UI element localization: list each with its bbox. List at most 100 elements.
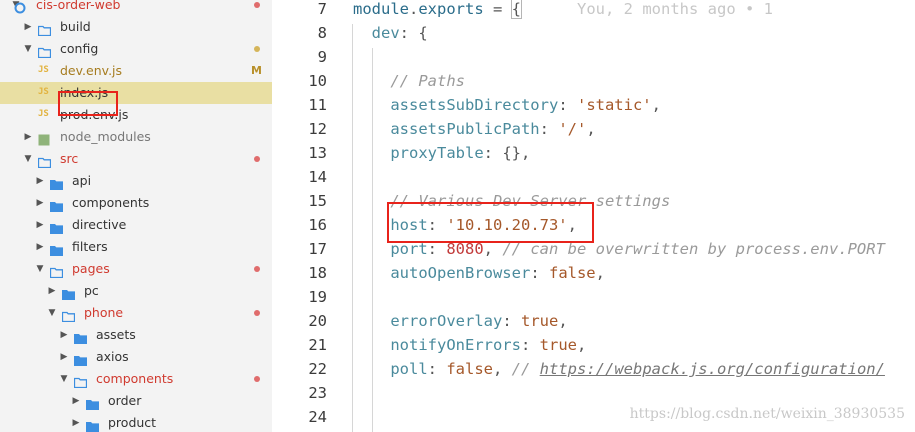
code-token: : (427, 360, 447, 378)
chevron-right-icon[interactable]: ▶ (22, 16, 34, 38)
code-line[interactable]: proxyTable: {}, (353, 141, 530, 165)
modified-dot-icon (254, 156, 260, 162)
code-token: : (502, 312, 521, 330)
code-token: , (558, 312, 568, 330)
code-editor[interactable]: 7 8 9 10 11 12 13 14 15 16 17 18 19 20 21 22 23 24 module… (272, 0, 915, 432)
modified-dot-icon (254, 376, 260, 382)
chevron-right-icon[interactable]: ▶ (70, 390, 82, 412)
code-token: true (539, 336, 577, 354)
tree-item-product[interactable]: ▶ product (0, 412, 272, 432)
tree-item-prod-env-js[interactable]: JS prod.env.js (0, 104, 272, 126)
chevron-right-icon[interactable]: ▶ (46, 280, 58, 302)
line-number: 23 (308, 384, 327, 402)
folder-icon (74, 329, 87, 344)
tree-item-assets[interactable]: ▶ assets (0, 324, 272, 346)
modified-dot-icon (254, 310, 260, 316)
line-number: 12 (308, 120, 327, 138)
code-token: , (651, 96, 661, 114)
code-token: , (595, 264, 605, 282)
tree-item-order[interactable]: ▶ order (0, 390, 272, 412)
tree-item-api[interactable]: ▶ api (0, 170, 272, 192)
folder-icon (74, 351, 87, 366)
code-token: https://webpack.js.org/configuration/ (539, 360, 885, 378)
tree-item-src[interactable]: ▼ src (0, 148, 272, 170)
code-token: { (510, 0, 523, 19)
line-number: 7 (317, 0, 327, 18)
chevron-right-icon[interactable]: ▶ (34, 214, 46, 236)
folder-icon (50, 175, 63, 190)
folder-open-icon (37, 153, 52, 169)
tree-item-directive[interactable]: ▶ directive (0, 214, 272, 236)
chevron-right-icon[interactable]: ▶ (70, 412, 82, 432)
highlight-box-host-line (387, 202, 594, 243)
code-line[interactable]: module.exports = { You, 2 months ago • 1 (353, 0, 773, 21)
tree-item-pages[interactable]: ▼ pages (0, 258, 272, 280)
git-blame-annotation: You, 2 months ago • 1 (521, 0, 773, 18)
code-token: , (493, 360, 512, 378)
chevron-down-icon[interactable]: ▼ (46, 302, 58, 324)
code-line[interactable]: errorOverlay: true, (353, 309, 568, 333)
tree-item-label: pc (84, 283, 99, 298)
code-token: , (576, 336, 587, 354)
line-number: 14 (308, 168, 327, 186)
code-line[interactable]: poll: false, // https://webpack.js.org/c… (353, 357, 885, 381)
chevron-right-icon[interactable]: ▶ (34, 236, 46, 258)
tree-item-components[interactable]: ▼ components (0, 368, 272, 390)
code-token: false (548, 264, 596, 282)
code-token: // (511, 360, 540, 378)
folder-icon (50, 219, 63, 234)
code-token: true (520, 312, 559, 330)
js-file-icon: JS (38, 65, 49, 75)
code-token: : (558, 96, 577, 114)
chevron-right-icon[interactable]: ▶ (58, 324, 70, 346)
tree-item-pc[interactable]: ▶ pc (0, 280, 272, 302)
tree-item-filters[interactable]: ▶ filters (0, 236, 272, 258)
code-token: proxyTable (353, 144, 484, 162)
line-number: 21 (308, 336, 327, 354)
tree-item-cis-order-web[interactable]: ▼ cis-order-web (0, 0, 272, 16)
tree-item-label: build (60, 19, 91, 34)
chevron-right-icon[interactable]: ▶ (22, 126, 34, 148)
file-explorer: ▼ cis-order-web ▶ build ▼ config JS dev.env.js M… (0, 0, 272, 432)
chevron-down-icon[interactable]: ▼ (22, 148, 34, 170)
code-token: 'static' (576, 96, 652, 114)
code-line[interactable]: assetsSubDirectory: 'static', (353, 93, 661, 117)
tree-item-build[interactable]: ▶ build (0, 16, 272, 38)
code-line[interactable]: assetsPublicPath: '/', (353, 117, 596, 141)
folder-open-icon (61, 307, 76, 323)
git-status-badge: M (251, 64, 262, 77)
tree-item-node-modules[interactable]: ▶ node_modules (0, 126, 272, 148)
chevron-down-icon[interactable]: ▼ (34, 258, 46, 280)
tree-item-index-js[interactable]: JS index.js (0, 82, 272, 104)
folder-open-icon (49, 263, 64, 279)
tree-item-label: src (60, 151, 79, 166)
code-token: : (520, 336, 540, 354)
code-token: errorOverlay (353, 312, 503, 330)
code-line[interactable]: // Paths (353, 69, 465, 93)
chevron-right-icon[interactable]: ▶ (34, 192, 46, 214)
line-number: 16 (308, 216, 327, 234)
code-token: assetsPublicPath (353, 120, 540, 138)
chevron-right-icon[interactable]: ▶ (58, 346, 70, 368)
tree-item-axios[interactable]: ▶ axios (0, 346, 272, 368)
tree-item-label: node_modules (60, 129, 151, 144)
tree-item-components[interactable]: ▶ components (0, 192, 272, 214)
tree-item-label: directive (72, 217, 127, 232)
js-file-icon: JS (38, 109, 49, 119)
code-token: , (586, 120, 596, 138)
tree-item-dev-env-js[interactable]: JS dev.env.js M (0, 60, 272, 82)
folder-open-icon (73, 373, 88, 389)
code-token: exports (418, 0, 484, 18)
chevron-right-icon[interactable]: ▶ (34, 170, 46, 192)
tree-item-label: filters (72, 239, 108, 254)
line-number: 18 (308, 264, 327, 282)
code-line[interactable]: notifyOnErrors: true, (353, 333, 586, 357)
code-line[interactable]: dev: { (353, 21, 428, 45)
chevron-down-icon[interactable]: ▼ (22, 38, 34, 60)
tree-item-config[interactable]: ▼ config (0, 38, 272, 60)
tree-item-phone[interactable]: ▼ phone (0, 302, 272, 324)
line-number: 15 (308, 192, 327, 210)
code-line[interactable]: autoOpenBrowser: false, (353, 261, 605, 285)
folder-icon (50, 241, 63, 256)
chevron-down-icon[interactable]: ▼ (58, 368, 70, 390)
